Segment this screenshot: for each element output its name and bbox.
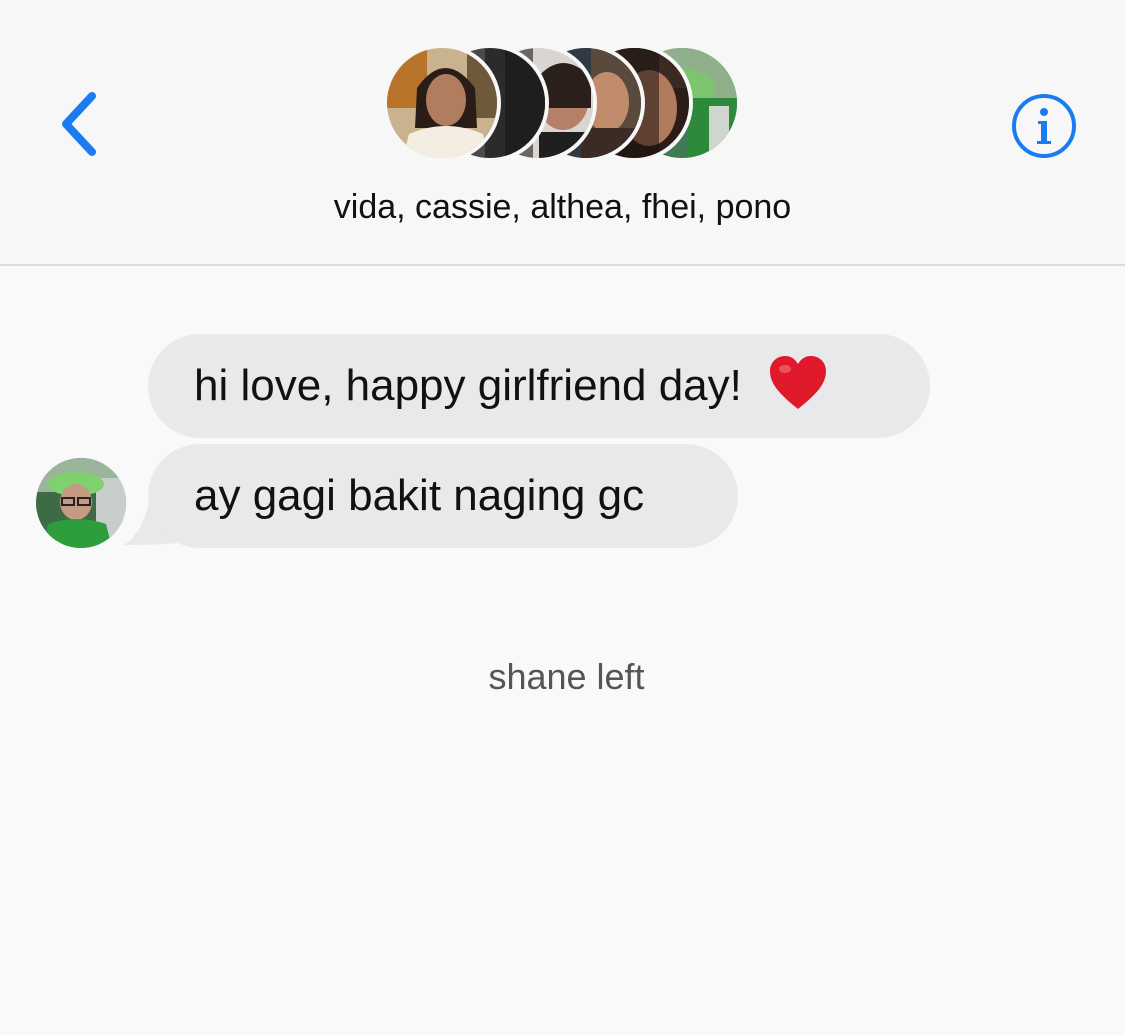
- info-button[interactable]: [1010, 92, 1078, 160]
- system-note: shane left: [488, 656, 645, 697]
- message-text: hi love, happy girlfriend day!: [194, 361, 742, 410]
- back-button[interactable]: [52, 88, 108, 160]
- group-avatar-stack[interactable]: [383, 44, 743, 166]
- message-bubble[interactable]: hi love, happy girlfriend day!: [148, 334, 930, 438]
- group-names[interactable]: vida, cassie, althea, fhei, pono: [0, 188, 1125, 227]
- conversation-header: vida, cassie, althea, fhei, pono: [0, 0, 1125, 266]
- avatar: [383, 44, 501, 162]
- avatar[interactable]: [36, 458, 126, 548]
- message-text: ay gagi bakit naging gc: [194, 471, 645, 520]
- message-bubble[interactable]: ay gagi bakit naging gc: [148, 444, 738, 548]
- info-circle-icon: [1012, 94, 1076, 158]
- red-heart-icon: [770, 356, 827, 410]
- chevron-left-icon: [62, 92, 96, 156]
